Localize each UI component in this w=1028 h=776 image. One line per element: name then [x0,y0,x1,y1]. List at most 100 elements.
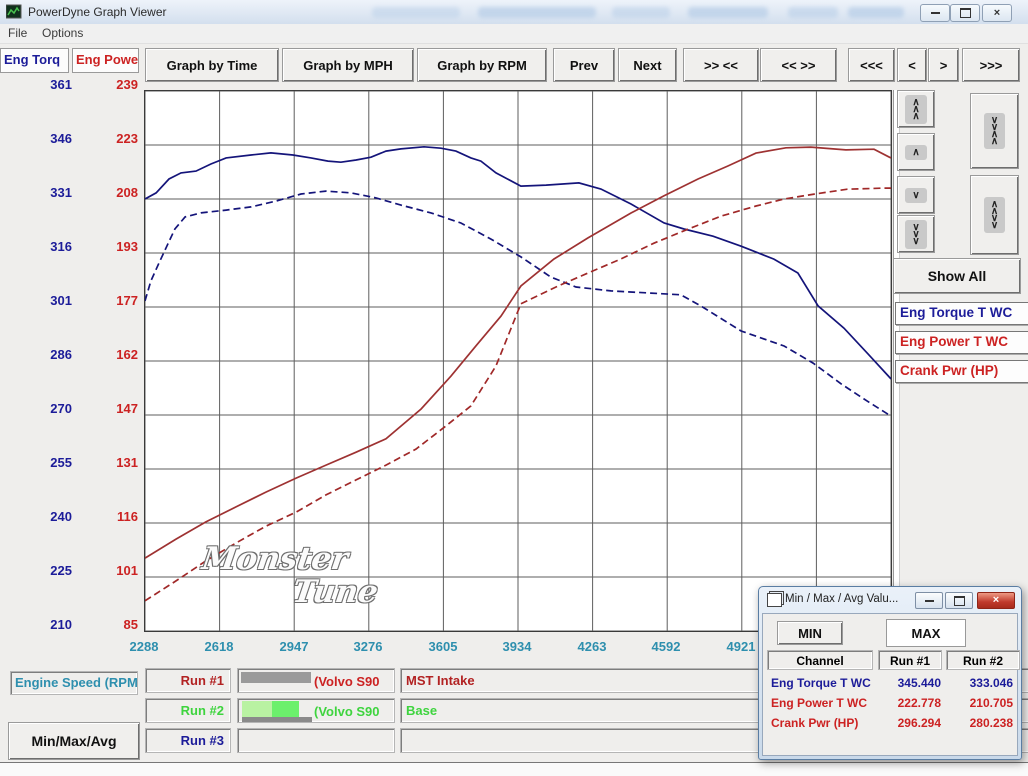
power-tick: 101 [93,563,138,578]
tab-eng-torque[interactable]: Eng Torq [0,48,69,73]
run3-label: Run #3 [145,728,231,753]
graph-plot-area[interactable]: Monster Tune [144,90,892,632]
prev-button[interactable]: Prev [553,48,615,82]
column-header-run2: Run #2 [946,650,1020,670]
pan-down-fast-button[interactable]: ∨ ∨ ∨ [897,215,935,253]
menu-options[interactable]: Options [42,26,83,40]
torque-tick: 225 [27,563,72,578]
graph-by-time-button[interactable]: Graph by Time [145,48,279,82]
rpm-tick: 3276 [340,639,396,654]
menu-bar: File Options [0,24,1028,44]
powerdyne-window: PowerDyne Graph Viewer × File Options En… [0,0,1028,776]
maximize-icon [960,8,971,18]
power-tick: 116 [93,509,138,524]
pan-down-button[interactable]: ∨ [897,176,935,214]
down-chevron-icon: ∨ [905,188,926,203]
column-header-channel: Channel [767,650,873,670]
power-tick: 85 [93,617,138,632]
popup-minimize-button[interactable] [915,592,943,609]
legend-crank-pwr[interactable]: Crank Pwr (HP) [895,360,1028,383]
tab-eng-power[interactable]: Eng Powe [72,48,139,73]
triple-down-chevron-icon: ∨ ∨ ∨ [905,220,926,249]
rpm-tick: 2947 [266,639,322,654]
rpm-tick: 4592 [638,639,694,654]
up-chevron-icon: ∧ [905,145,926,160]
scroll-far-left-button[interactable]: <<< [848,48,895,82]
minimize-icon [931,9,940,14]
run2-label: Run #2 [145,698,231,723]
zoom-out-x-button[interactable]: << >> [760,48,837,82]
row-channel: Eng Torque T WC [771,676,871,690]
close-icon: × [993,595,999,606]
column-header-run1: Run #1 [878,650,942,670]
minimize-button[interactable] [920,4,950,22]
redacted-blur [688,7,768,18]
rpm-tick: 3934 [489,639,545,654]
title-bar[interactable]: PowerDyne Graph Viewer × [0,0,1028,25]
run2-vehicle-field[interactable]: (Volvo S90 [237,698,395,723]
legend-eng-torque[interactable]: Eng Torque T WC [895,302,1028,325]
triple-up-chevron-icon: ∧ ∧ ∧ [905,95,926,124]
run1-vehicle-text: (Volvo S90 [314,674,380,689]
popup-close-button[interactable]: × [977,592,1015,609]
popup-window-icon [767,593,782,607]
redacted-blur [372,7,460,18]
row-run2-value: 280.238 [947,716,1013,730]
app-icon [6,4,22,20]
pan-up-button[interactable]: ∧ [897,133,935,171]
zoom-in-x-button[interactable]: >> << [683,48,759,82]
redacted-block [242,717,312,723]
row-channel: Eng Power T WC [771,696,867,710]
redacted-blur [788,7,838,18]
power-tick: 223 [93,131,138,146]
power-tick: 162 [93,347,138,362]
min-max-avg-popup[interactable]: Min / Max / Avg Valu... × MIN MAX Channe… [758,586,1022,760]
compress-y-button[interactable]: ∨ ∨ ∧ ∧ [970,93,1019,169]
torque-tick: 255 [27,455,72,470]
graph-by-mph-button[interactable]: Graph by MPH [282,48,414,82]
scroll-right-button[interactable]: > [928,48,959,82]
close-button[interactable]: × [982,4,1012,22]
run1-vehicle-field[interactable]: (Volvo S90 [237,668,395,693]
torque-tick: 270 [27,401,72,416]
torque-tick: 361 [27,77,72,92]
monster-tune-watermark: Monster Tune [195,543,384,609]
pan-up-fast-button[interactable]: ∧ ∧ ∧ [897,90,935,128]
menu-file[interactable]: File [8,26,27,40]
legend-eng-power[interactable]: Eng Power T WC [895,331,1028,354]
max-tab-button[interactable]: MAX [886,619,966,647]
window-footer [0,762,1028,776]
redacted-blur [478,7,596,18]
minimize-icon [925,597,934,602]
min-max-avg-button[interactable]: Min/Max/Avg [8,722,140,760]
rpm-tick: 3605 [415,639,471,654]
next-button[interactable]: Next [618,48,677,82]
torque-tick: 210 [27,617,72,632]
redacted-blur [612,7,670,18]
scroll-far-right-button[interactable]: >>> [962,48,1020,82]
channel-name-field[interactable]: Engine Speed (RPM [10,671,138,695]
torque-tick: 316 [27,239,72,254]
popup-maximize-button[interactable] [945,592,973,609]
run3-vehicle-field[interactable] [237,728,395,753]
popup-body: MIN MAX Channel Run #1 Run #2 Eng Torque… [762,613,1018,756]
popup-title: Min / Max / Avg Valu... [785,593,898,605]
row-run1-value: 345.440 [875,676,941,690]
run1-label: Run #1 [145,668,231,693]
compress-chevrons-icon: ∨ ∨ ∧ ∧ [984,113,1005,149]
row-run1-value: 296.294 [875,716,941,730]
scroll-left-button[interactable]: < [897,48,927,82]
graph-by-rpm-button[interactable]: Graph by RPM [417,48,547,82]
expand-y-button[interactable]: ∧ ∧ ∨ ∨ [970,175,1019,255]
redacted-blur [848,7,904,18]
power-tick: 193 [93,239,138,254]
min-tab-button[interactable]: MIN [777,621,843,645]
rpm-tick: 2618 [191,639,247,654]
maximize-button[interactable] [950,4,980,22]
show-all-button[interactable]: Show All [893,258,1021,294]
torque-tick: 286 [27,347,72,362]
row-run2-value: 333.046 [947,676,1013,690]
power-tick: 131 [93,455,138,470]
close-icon: × [994,8,1000,19]
maximize-icon [954,596,965,606]
